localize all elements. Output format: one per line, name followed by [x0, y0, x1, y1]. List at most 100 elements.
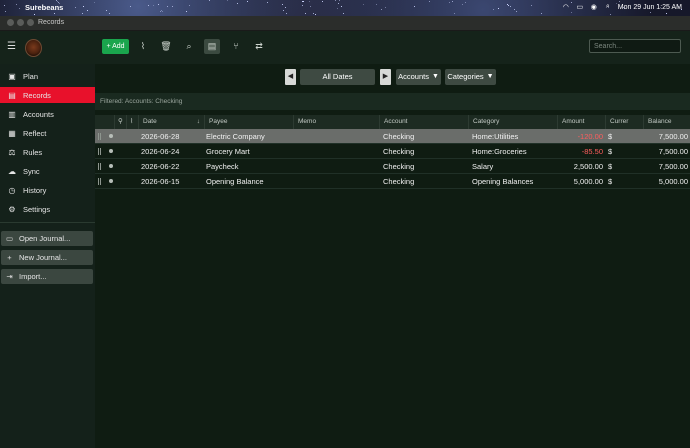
row-payee: Electric Company [206, 132, 265, 141]
drag-handle-icon[interactable] [98, 148, 101, 155]
column-currency[interactable]: Currer [606, 115, 644, 129]
row-payee: Paycheck [206, 162, 239, 171]
wallpaper-star [305, 13, 306, 14]
sidebar-item-records[interactable]: ▤ Records [0, 87, 95, 103]
wallpaper-star [148, 5, 149, 6]
previous-period-button[interactable]: ◀ [285, 69, 296, 85]
column-account[interactable]: Account [380, 115, 469, 129]
wallpaper-star [227, 0, 228, 1]
transfer-icon[interactable]: ⇄ [251, 39, 267, 54]
wallpaper-star [516, 11, 517, 12]
drag-handle-icon[interactable] [98, 163, 101, 170]
wallpaper-star [541, 13, 542, 14]
status-dot-icon[interactable] [109, 179, 113, 183]
wallpaper-star [343, 13, 344, 14]
wallpaper-star [19, 8, 20, 9]
control-center-icon[interactable]: ◉ [590, 3, 598, 11]
drag-handle-icon[interactable] [98, 133, 101, 140]
wifi-icon[interactable]: ◠ [562, 3, 570, 11]
trash-icon[interactable]: 🗑︎ [158, 39, 174, 54]
accounts-filter-label: Accounts [398, 72, 429, 81]
paperclip-icon[interactable]: ⌇ [127, 115, 139, 129]
table-row[interactable]: 2026-06-22 Paycheck Checking Salary 2,50… [95, 159, 690, 174]
wallpaper-star [385, 7, 386, 8]
paperclip-icon[interactable]: ⌇ [135, 39, 151, 54]
add-record-button[interactable]: + Add [102, 39, 129, 54]
new-journal-button[interactable]: + New Journal... [1, 250, 93, 265]
sidebar-item-accounts[interactable]: ▥ Accounts [0, 106, 95, 122]
open-journal-button[interactable]: ▭ Open Journal... [1, 231, 93, 246]
sidebar-item-label: Rules [23, 147, 43, 157]
menubar-clock[interactable]: Mon 29 Jun 1:25 AM [618, 4, 682, 11]
sidebar-item-rules[interactable]: ⚖ Rules [0, 144, 95, 160]
drag-handle-icon[interactable] [98, 178, 101, 185]
date-range-label: All Dates [322, 72, 353, 81]
next-period-button[interactable]: ▶ [380, 69, 391, 85]
column-amount[interactable]: Amount [558, 115, 606, 129]
find-icon[interactable]: ⌕ [181, 39, 197, 54]
chevron-down-icon: ▼ [431, 73, 439, 80]
wallpaper-star [315, 14, 316, 15]
sidebar-item-sync[interactable]: ☁ Sync [0, 163, 95, 179]
row-date: 2026-06-15 [141, 177, 180, 186]
wallpaper-star [381, 9, 382, 10]
row-category: Opening Balances [472, 177, 534, 186]
row-payee: Grocery Mart [206, 147, 250, 156]
menubar-app-name[interactable]: Surebeans [25, 3, 63, 12]
wallpaper-star [161, 10, 162, 11]
column-balance[interactable]: Balance [644, 115, 690, 129]
column-status[interactable] [95, 115, 115, 129]
avatar[interactable] [25, 39, 42, 57]
close-window-button[interactable] [7, 19, 14, 26]
hamburger-menu-icon[interactable]: ☰ [7, 42, 18, 52]
zoom-window-button[interactable] [27, 19, 34, 26]
wallpaper-star [508, 5, 509, 6]
wallpaper-star [531, 5, 532, 6]
battery-icon[interactable]: ▭ [576, 3, 584, 11]
table-row[interactable]: 2026-06-28 Electric Company Checking Hom… [95, 129, 690, 144]
sidebar-item-history[interactable]: ◷ History [0, 182, 95, 198]
wallpaper-star [571, 12, 572, 13]
sidebar-item-reflect[interactable]: ▦ Reflect [0, 125, 95, 141]
import-label: Import... [19, 272, 47, 281]
status-dot-icon[interactable] [109, 134, 113, 138]
search-icon[interactable]: ⌕ [604, 3, 612, 11]
sidebar-item-settings[interactable]: ⚙ Settings [0, 201, 95, 217]
wallpaper-star [650, 12, 651, 13]
status-dot-icon[interactable] [109, 164, 113, 168]
wallpaper-star [158, 4, 159, 5]
categories-filter-dropdown[interactable]: Categories ▼ [445, 69, 496, 85]
import-button[interactable]: ⇥ Import... [1, 269, 93, 284]
wallpaper-star [313, 13, 314, 14]
journal-icon[interactable]: ▤ [204, 39, 220, 54]
rules-icon: ⚖ [8, 147, 16, 157]
wallpaper-star [507, 4, 508, 5]
filter-status-bar: Filtered: Accounts: Checking [95, 93, 690, 110]
link-icon[interactable]: ⚲ [115, 115, 127, 129]
date-range-selector[interactable]: All Dates [300, 69, 375, 85]
search-input[interactable]: Search... [589, 39, 681, 53]
split-icon[interactable]: ⑂ [228, 39, 244, 54]
row-date: 2026-06-24 [141, 147, 180, 156]
column-date-label: Date [143, 118, 157, 125]
wallpaper-star [267, 2, 268, 3]
row-category: Home:Utilities [472, 132, 519, 141]
sidebar-item-plan[interactable]: ▣ Plan [0, 68, 95, 84]
records-main-panel: ◀ All Dates ▶ Accounts ▼ Categories ▼ Fi… [95, 64, 690, 448]
categories-filter-label: Categories [447, 72, 484, 81]
status-dot-icon[interactable] [109, 149, 113, 153]
history-icon: ◷ [8, 185, 16, 195]
column-memo[interactable]: Memo [294, 115, 380, 129]
column-payee[interactable]: Payee [205, 115, 294, 129]
wallpaper-star [462, 4, 463, 5]
row-date: 2026-06-28 [141, 132, 180, 141]
macos-menu-bar: Surebeans ◠ ▭ ◉ ⌕ Mon 29 Jun 1:25 AM [0, 0, 690, 16]
accounts-filter-dropdown[interactable]: Accounts ▼ [396, 69, 441, 85]
table-row[interactable]: 2026-06-15 Opening Balance Checking Open… [95, 174, 690, 189]
minimize-window-button[interactable] [17, 19, 24, 26]
wallpaper-star [338, 3, 339, 4]
column-date[interactable]: Date ↓ [139, 115, 205, 129]
column-category[interactable]: Category [469, 115, 558, 129]
folder-icon: ▭ [5, 234, 14, 243]
table-row[interactable]: 2026-06-24 Grocery Mart Checking Home:Gr… [95, 144, 690, 159]
